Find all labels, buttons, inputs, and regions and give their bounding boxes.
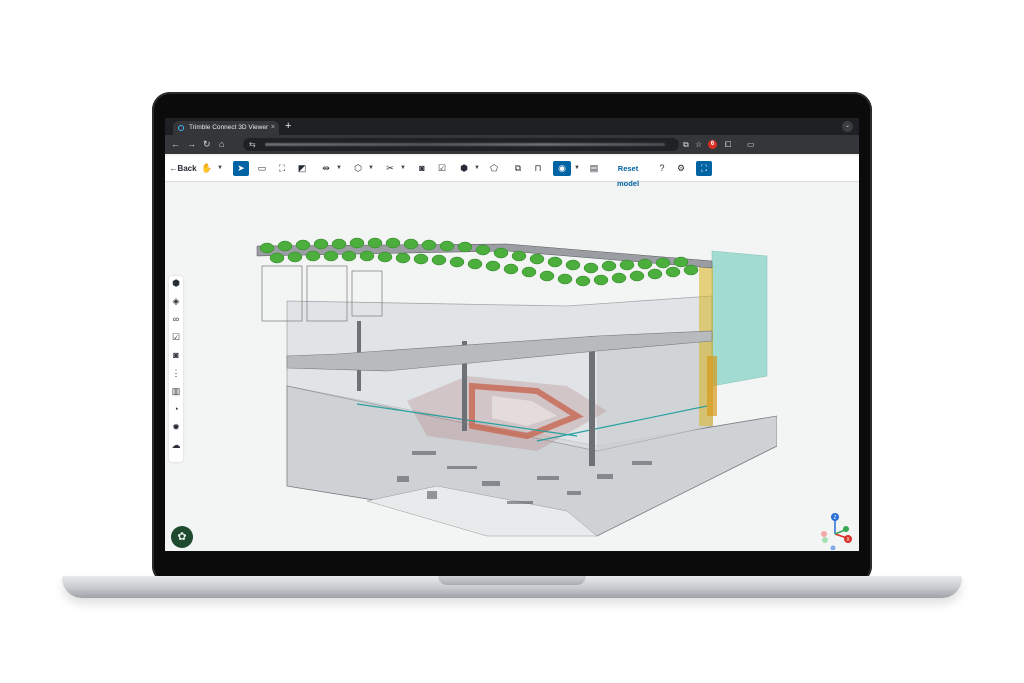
axis-gizmo[interactable]: Z X <box>817 510 857 550</box>
neg-y-handle[interactable] <box>822 537 828 543</box>
table-icon[interactable]: ▥ <box>169 384 183 398</box>
calculator-icon[interactable]: ▤ <box>587 161 601 176</box>
bookmark-star-icon[interactable]: ☆ <box>695 138 702 151</box>
measure-chevron-down-icon[interactable]: ▼ <box>335 161 343 176</box>
checklist-icon[interactable]: ☑ <box>435 161 449 176</box>
browser-tab-bar: Trimble Connect 3D Viewer × + ⌄ <box>165 118 859 135</box>
todo-check-icon[interactable]: ☑ <box>169 330 183 344</box>
extensions-puzzle-icon[interactable]: ⧠ <box>725 138 731 151</box>
lock-icon[interactable]: ⊓ <box>531 161 545 176</box>
settings-icon[interactable]: ⚙ <box>674 161 688 176</box>
trimble-favicon-icon <box>178 125 184 131</box>
screen-cast-icon[interactable]: ▭ <box>747 138 755 151</box>
bim-3d-model-view[interactable] <box>237 236 777 546</box>
tree-structure-icon[interactable]: ⋮ <box>169 366 183 380</box>
neg-z-handle[interactable] <box>830 545 836 551</box>
area-select-icon[interactable]: ▭ <box>255 161 269 176</box>
reload-icon[interactable]: ↻ <box>203 138 211 151</box>
fullscreen-icon[interactable]: ⛶ <box>696 161 712 176</box>
glass-corner <box>711 250 768 387</box>
link-icon[interactable]: ∞ <box>169 312 183 326</box>
snapshot-icon[interactable]: ◙ <box>415 161 429 176</box>
viewer-toolbar: ←Back ✋ ▼ ➤ ▭ ⛶ ◩ ⇹ ▼ ⬡ ▼ ✂ ▼ ◙ ☑ ⬢ ▼ ⬠ … <box>165 156 859 188</box>
tab-title: Trimble Connect 3D Viewer <box>189 124 269 131</box>
tag-icon[interactable]: ◔ <box>169 402 183 416</box>
camera-icon[interactable]: ◙ <box>169 348 183 362</box>
select-pointer-icon[interactable]: ➤ <box>233 161 249 176</box>
back-label: Back <box>177 164 197 173</box>
clip-chevron-down-icon[interactable]: ▼ <box>399 161 407 176</box>
hand-pan-icon[interactable]: ✋ <box>200 161 214 176</box>
left-side-panel: ⬢ ◈ ∞ ☑ ◙ ⋮ ▥ ◔ ✹ ☁ <box>169 276 183 462</box>
layers-icon[interactable]: ⧉ <box>511 161 525 176</box>
home-icon[interactable]: ⌂ <box>219 138 224 151</box>
browser-address-bar: ← → ↻ ⌂ ⇆ ⧉ ☆ 6 ⧠ ▭ <box>165 135 859 154</box>
visibility-chevron-down-icon[interactable]: ▼ <box>573 161 581 176</box>
cloud-icon[interactable]: ☁ <box>169 438 183 452</box>
cube-chevron-down-icon[interactable]: ▼ <box>473 161 481 176</box>
url-omnibox[interactable]: ⇆ <box>243 138 679 151</box>
bounding-box-icon[interactable]: ⛶ <box>275 161 289 176</box>
reset-model-button[interactable]: Reset model <box>606 161 650 188</box>
back-icon[interactable]: ← <box>171 138 180 151</box>
y-axis-handle[interactable] <box>843 526 849 532</box>
cast-icon[interactable]: ⧉ <box>683 138 689 151</box>
palette-icon: ✿ <box>177 531 187 543</box>
eye-visibility-icon[interactable]: ◉ <box>553 161 571 176</box>
help-icon[interactable]: ? <box>655 161 669 176</box>
measure-icon[interactable]: ⇹ <box>319 161 333 176</box>
objects-cube-icon[interactable]: ⬢ <box>169 276 183 290</box>
pan-options-chevron-down-icon[interactable]: ▼ <box>216 161 224 176</box>
tab-close-button[interactable]: × <box>271 121 275 135</box>
shape-3d-icon[interactable]: ⬠ <box>487 161 501 176</box>
laptop-notch <box>438 576 586 585</box>
gear-effect-icon[interactable]: ✹ <box>169 420 183 434</box>
shape-icon[interactable]: ⬡ <box>351 161 365 176</box>
forward-icon[interactable]: → <box>187 138 196 151</box>
browser-tab[interactable]: Trimble Connect 3D Viewer × <box>173 121 279 135</box>
layers-icon[interactable]: ◈ <box>169 294 183 308</box>
palette-button[interactable]: ✿ <box>171 526 193 548</box>
back-button[interactable]: ←Back <box>169 161 197 176</box>
screen: Trimble Connect 3D Viewer × + ⌄ ← → ↻ ⌂ … <box>165 118 859 551</box>
z-axis-label: Z <box>833 515 836 521</box>
cube-icon[interactable]: ⬢ <box>457 161 471 176</box>
neg-x-handle[interactable] <box>821 531 827 537</box>
section-box-icon[interactable]: ◩ <box>295 161 309 176</box>
shape-chevron-down-icon[interactable]: ▼ <box>367 161 375 176</box>
tab-search-button[interactable]: ⌄ <box>842 121 853 132</box>
site-settings-icon[interactable]: ⇆ <box>249 138 256 151</box>
extension-badge-icon[interactable]: 6 <box>708 140 717 149</box>
scissors-clip-icon[interactable]: ✂ <box>383 161 397 176</box>
blurred-url <box>265 143 665 146</box>
new-tab-button[interactable]: + <box>285 120 291 132</box>
